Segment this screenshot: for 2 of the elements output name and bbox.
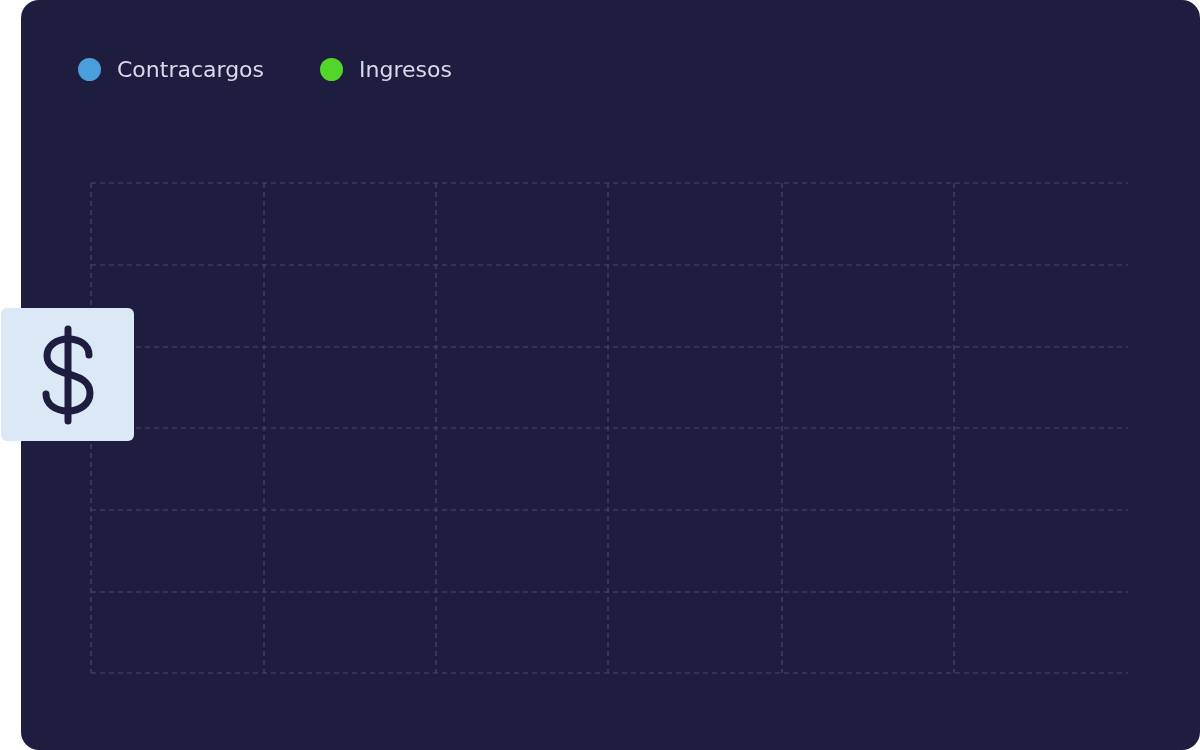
legend-label: Ingresos <box>359 56 452 82</box>
legend-label: Contracargos <box>117 56 265 82</box>
